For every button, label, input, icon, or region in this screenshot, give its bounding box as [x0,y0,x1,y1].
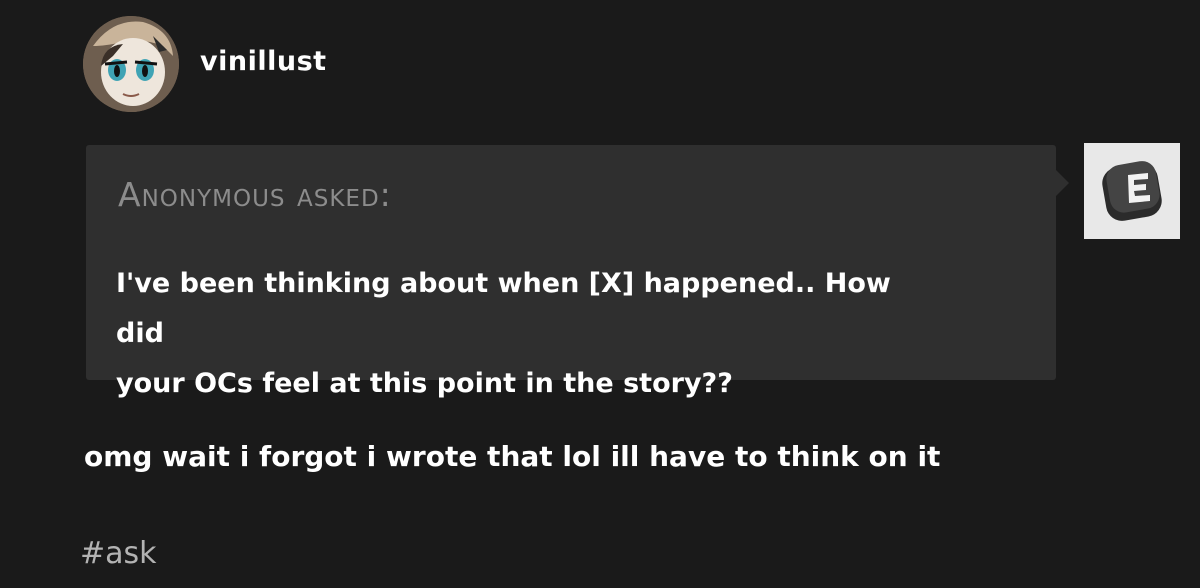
tag-link[interactable]: #ask [80,536,157,571]
anonymous-avatar-icon [1084,143,1180,239]
question-line-2: your OCs feel at this point in the story… [116,368,733,399]
user-avatar[interactable] [83,16,179,112]
post: vinillust Anonymous asked: I've been thi… [0,0,1200,588]
ask-question: I've been thinking about when [X] happen… [116,259,936,409]
ask-box: Anonymous asked: I've been thinking abou… [86,145,1069,399]
question-line-1: I've been thinking about when [X] happen… [116,268,891,349]
asker-label: Anonymous asked: [118,175,392,214]
avatar-portrait-icon [83,16,179,112]
anonymous-logo-icon [1084,143,1180,239]
username-link[interactable]: vinillust [200,46,327,77]
answer-text: omg wait i forgot i wrote that lol ill h… [84,440,941,473]
